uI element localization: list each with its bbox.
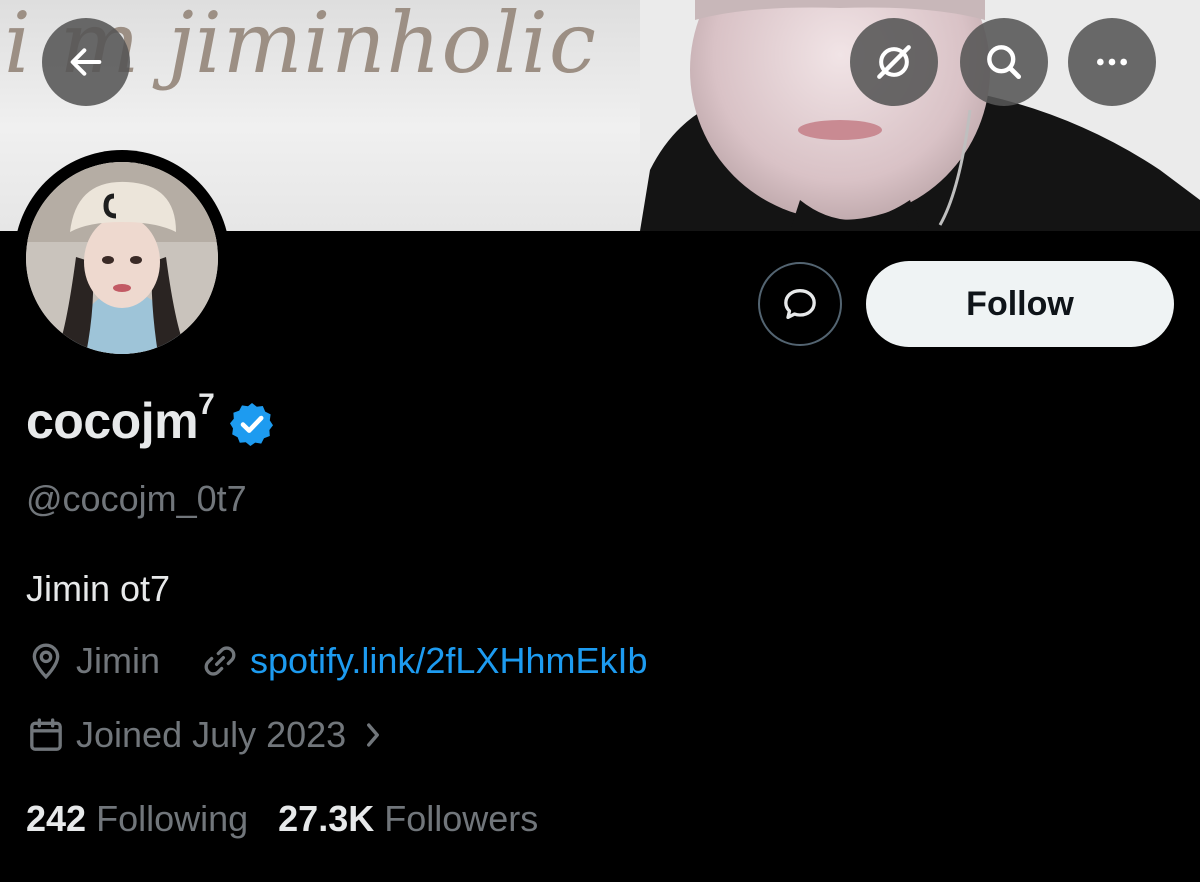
name-row: cocojm7 (26, 388, 276, 450)
profile-meta-row: Jimin spotify.link/2fLXHhmEkIb (26, 640, 648, 682)
grok-button[interactable] (850, 18, 938, 106)
followers-stat[interactable]: 27.3K Followers (278, 798, 538, 840)
grok-icon (877, 45, 911, 79)
following-stat[interactable]: 242 Following (26, 798, 248, 840)
handle: @cocojm_0t7 (26, 478, 247, 519)
display-name: cocojm7 (26, 388, 215, 450)
followers-label: Followers (384, 798, 539, 839)
back-button[interactable] (42, 18, 130, 106)
arrow-left-icon (70, 48, 102, 76)
link-icon (200, 641, 240, 681)
joined-date[interactable]: Joined July 2023 (26, 714, 386, 756)
following-label: Following (96, 798, 249, 839)
location-pin-icon (26, 641, 66, 681)
display-name-text: cocojm (26, 393, 199, 449)
following-count: 242 (26, 798, 87, 839)
location: Jimin (26, 640, 160, 682)
bio: Jimin ot7 (26, 568, 171, 609)
verified-badge-icon[interactable] (228, 400, 276, 448)
followers-count: 27.3K (278, 798, 375, 839)
more-button[interactable] (1068, 18, 1156, 106)
search-button[interactable] (960, 18, 1048, 106)
display-name-suffix: 7 (198, 388, 215, 421)
avatar-image (26, 162, 218, 354)
follow-button[interactable]: Follow (866, 261, 1174, 347)
joined-text: Joined July 2023 (76, 714, 347, 755)
search-icon (987, 45, 1022, 80)
follow-stats: 242 Following 27.3K Followers (26, 798, 538, 840)
website-link-text[interactable]: spotify.link/2fLXHhmEkIb (250, 640, 648, 682)
message-bubble-icon (784, 289, 816, 319)
calendar-icon (26, 715, 66, 755)
more-dots-icon (1097, 58, 1127, 66)
location-text: Jimin (76, 640, 161, 681)
chevron-right-icon (360, 718, 386, 752)
avatar[interactable] (14, 150, 230, 366)
message-button[interactable] (758, 262, 842, 346)
website-link[interactable]: spotify.link/2fLXHhmEkIb (200, 640, 648, 682)
